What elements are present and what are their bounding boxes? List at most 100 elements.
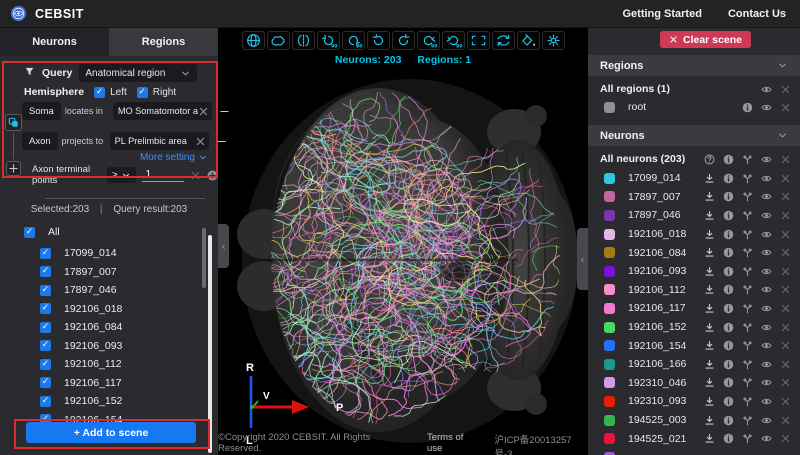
condition-value-input[interactable]: PL Prelimbic area bbox=[110, 132, 209, 150]
download-button[interactable] bbox=[703, 172, 715, 184]
condition-subject[interactable]: Soma bbox=[22, 102, 61, 120]
color-swatch[interactable] bbox=[604, 247, 615, 258]
eye-button[interactable] bbox=[760, 321, 772, 333]
tree-button[interactable] bbox=[741, 433, 753, 445]
eye-button[interactable] bbox=[760, 265, 772, 277]
color-swatch[interactable] bbox=[604, 229, 615, 240]
close-button[interactable] bbox=[779, 395, 791, 407]
eye-button[interactable] bbox=[760, 172, 772, 184]
hemisphere-right-checkbox[interactable]: Right bbox=[137, 87, 176, 98]
terms-of-use-link[interactable]: Terms of use bbox=[427, 432, 481, 455]
question-button[interactable] bbox=[703, 153, 715, 165]
tree-button[interactable] bbox=[741, 302, 753, 314]
condition-value-input[interactable]: MO Somatomotor areas bbox=[113, 102, 212, 120]
reset-view-button[interactable] bbox=[492, 31, 515, 50]
close-button[interactable] bbox=[779, 209, 791, 221]
color-swatch[interactable] bbox=[604, 266, 615, 277]
tab-neurons[interactable]: Neurons bbox=[0, 28, 109, 56]
list-scrollbar[interactable] bbox=[202, 228, 206, 288]
condition-subject[interactable]: Axon bbox=[22, 132, 58, 150]
eye-button[interactable] bbox=[760, 358, 772, 370]
close-button[interactable] bbox=[779, 191, 791, 203]
download-button[interactable] bbox=[703, 340, 715, 352]
eye-button[interactable] bbox=[760, 191, 772, 203]
neuron-checkbox-row[interactable]: 192106_117 bbox=[0, 374, 206, 393]
eye-button[interactable] bbox=[760, 302, 772, 314]
tree-button[interactable] bbox=[741, 265, 753, 277]
close-button[interactable] bbox=[779, 414, 791, 426]
color-swatch[interactable] bbox=[604, 303, 615, 314]
info-button[interactable] bbox=[722, 302, 734, 314]
add-rule-icon[interactable] bbox=[207, 170, 218, 181]
color-swatch[interactable] bbox=[604, 210, 615, 221]
close-button[interactable] bbox=[779, 433, 791, 445]
info-button[interactable] bbox=[741, 101, 753, 113]
rotate-right-button[interactable] bbox=[392, 31, 415, 50]
eye-button[interactable] bbox=[760, 414, 772, 426]
eye-button[interactable] bbox=[760, 433, 772, 445]
close-button[interactable] bbox=[779, 377, 791, 389]
tree-button[interactable] bbox=[741, 284, 753, 296]
info-button[interactable] bbox=[722, 228, 734, 240]
info-button[interactable] bbox=[722, 172, 734, 184]
rotate-down-90-button[interactable]: 90 bbox=[342, 31, 365, 50]
close-button[interactable] bbox=[779, 321, 791, 333]
atlas-button[interactable] bbox=[242, 31, 265, 50]
query-type-select[interactable]: Anatomical region bbox=[79, 64, 197, 82]
panel-scrollbar[interactable] bbox=[208, 235, 212, 453]
color-swatch[interactable] bbox=[604, 340, 615, 351]
info-button[interactable] bbox=[722, 377, 734, 389]
download-button[interactable] bbox=[703, 377, 715, 389]
tree-button[interactable] bbox=[741, 321, 753, 333]
close-button[interactable] bbox=[779, 172, 791, 184]
download-button[interactable] bbox=[703, 284, 715, 296]
close-button[interactable] bbox=[779, 228, 791, 240]
color-swatch[interactable] bbox=[604, 191, 615, 202]
neuron-checkbox-row[interactable]: 192106_152 bbox=[0, 392, 206, 411]
info-button[interactable] bbox=[722, 284, 734, 296]
neuron-checkbox-row[interactable]: 17897_007 bbox=[0, 263, 206, 282]
eye-button[interactable] bbox=[760, 395, 772, 407]
tree-button[interactable] bbox=[741, 153, 753, 165]
info-button[interactable] bbox=[722, 395, 734, 407]
eye-button[interactable] bbox=[760, 83, 772, 95]
color-swatch[interactable] bbox=[604, 377, 615, 388]
clear-value-icon[interactable] bbox=[195, 136, 206, 147]
download-button[interactable] bbox=[703, 191, 715, 203]
tree-button[interactable] bbox=[741, 340, 753, 352]
color-swatch[interactable] bbox=[604, 102, 615, 113]
color-swatch[interactable] bbox=[604, 173, 615, 184]
fullscreen-button[interactable] bbox=[467, 31, 490, 50]
settings-button[interactable] bbox=[542, 31, 565, 50]
tree-button[interactable] bbox=[741, 209, 753, 221]
download-button[interactable] bbox=[703, 265, 715, 277]
color-swatch[interactable] bbox=[604, 396, 615, 407]
download-button[interactable] bbox=[703, 414, 715, 426]
roll-cw-90-button[interactable]: 90 bbox=[417, 31, 440, 50]
eye-button[interactable] bbox=[760, 153, 772, 165]
checkbox-checked[interactable] bbox=[94, 87, 105, 98]
tree-button[interactable] bbox=[741, 191, 753, 203]
checkbox-checked[interactable] bbox=[40, 377, 51, 388]
collapse-right-panel-handle[interactable]: ‹ bbox=[577, 228, 588, 290]
neuron-checkbox-row[interactable]: 192106_093 bbox=[0, 337, 206, 356]
regions-section-header[interactable]: Regions bbox=[588, 55, 800, 76]
eye-button[interactable] bbox=[760, 377, 772, 389]
brain-button[interactable] bbox=[267, 31, 290, 50]
remove-condition-icon[interactable] bbox=[216, 136, 227, 147]
color-swatch[interactable] bbox=[604, 433, 615, 444]
roll-ccw-90-button[interactable]: 90 bbox=[442, 31, 465, 50]
neuron-checkbox-row[interactable]: 192106_018 bbox=[0, 300, 206, 319]
nav-getting-started[interactable]: Getting Started bbox=[622, 8, 701, 20]
neurons-section-header[interactable]: Neurons bbox=[588, 125, 800, 146]
tree-button[interactable] bbox=[741, 395, 753, 407]
checkbox-checked[interactable] bbox=[40, 340, 51, 351]
hemisphere-left-checkbox[interactable]: Left bbox=[94, 87, 127, 98]
download-button[interactable] bbox=[703, 302, 715, 314]
eye-button[interactable] bbox=[760, 228, 772, 240]
3d-viewport[interactable]: 90909090 Neurons: 203 Regions: 1 R L V P… bbox=[218, 28, 588, 455]
add-to-scene-button[interactable]: + Add to scene bbox=[26, 422, 196, 443]
brain-slices-button[interactable] bbox=[292, 31, 315, 50]
close-button[interactable] bbox=[779, 284, 791, 296]
neuron-checkbox-row[interactable]: 192106_084 bbox=[0, 318, 206, 337]
